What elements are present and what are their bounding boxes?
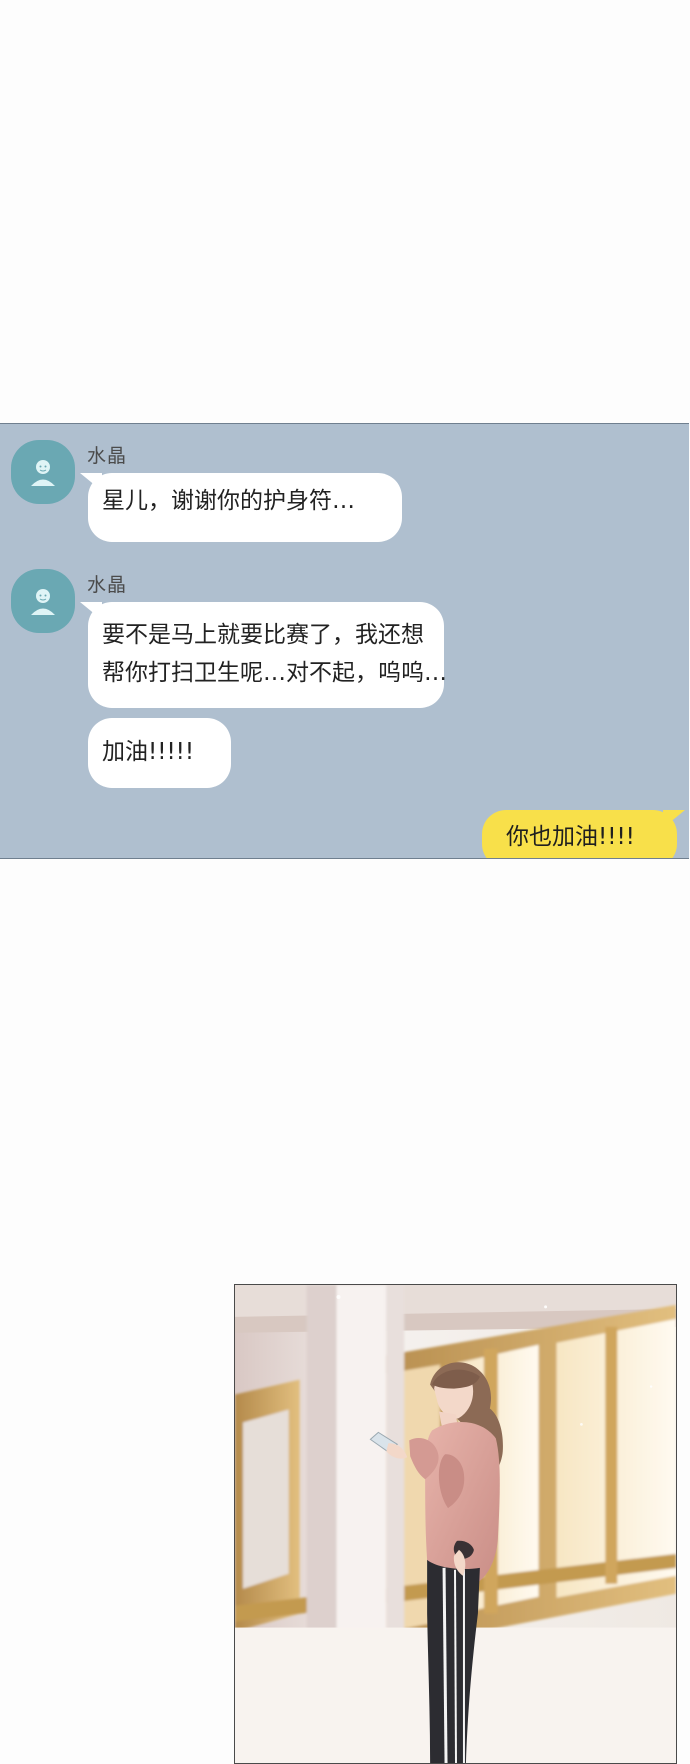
avatar[interactable] [11,440,75,504]
avatar[interactable] [11,569,75,633]
message-text: 要不是马上就要比赛了，我还想 [102,622,424,648]
hallway-illustration [235,1285,676,1763]
reply-text: 你也加油!!!! [506,824,635,850]
sender-name: 水晶 [87,574,128,596]
illustration-panel [234,1284,677,1764]
person-icon [31,460,55,486]
message-text: 帮你打扫卫生呢…对不起，呜呜… [102,660,447,686]
message-text: 星儿，谢谢你的护身符… [102,488,355,514]
message-text: 加油!!!!! [102,739,195,765]
reply-bubble: 你也加油!!!! [482,810,677,858]
message-bubble: 星儿，谢谢你的护身符… [88,473,402,542]
chat-panel: 水晶 星儿，谢谢你的护身符… 水晶 要不是马上就要比赛了，我还想 帮你打扫卫生呢… [0,423,689,859]
message-bubble: 要不是马上就要比赛了，我还想 帮你打扫卫生呢…对不起，呜呜… [88,602,447,708]
person-icon [31,589,55,615]
sender-name: 水晶 [87,445,128,467]
message-bubble: 加油!!!!! [88,718,231,788]
